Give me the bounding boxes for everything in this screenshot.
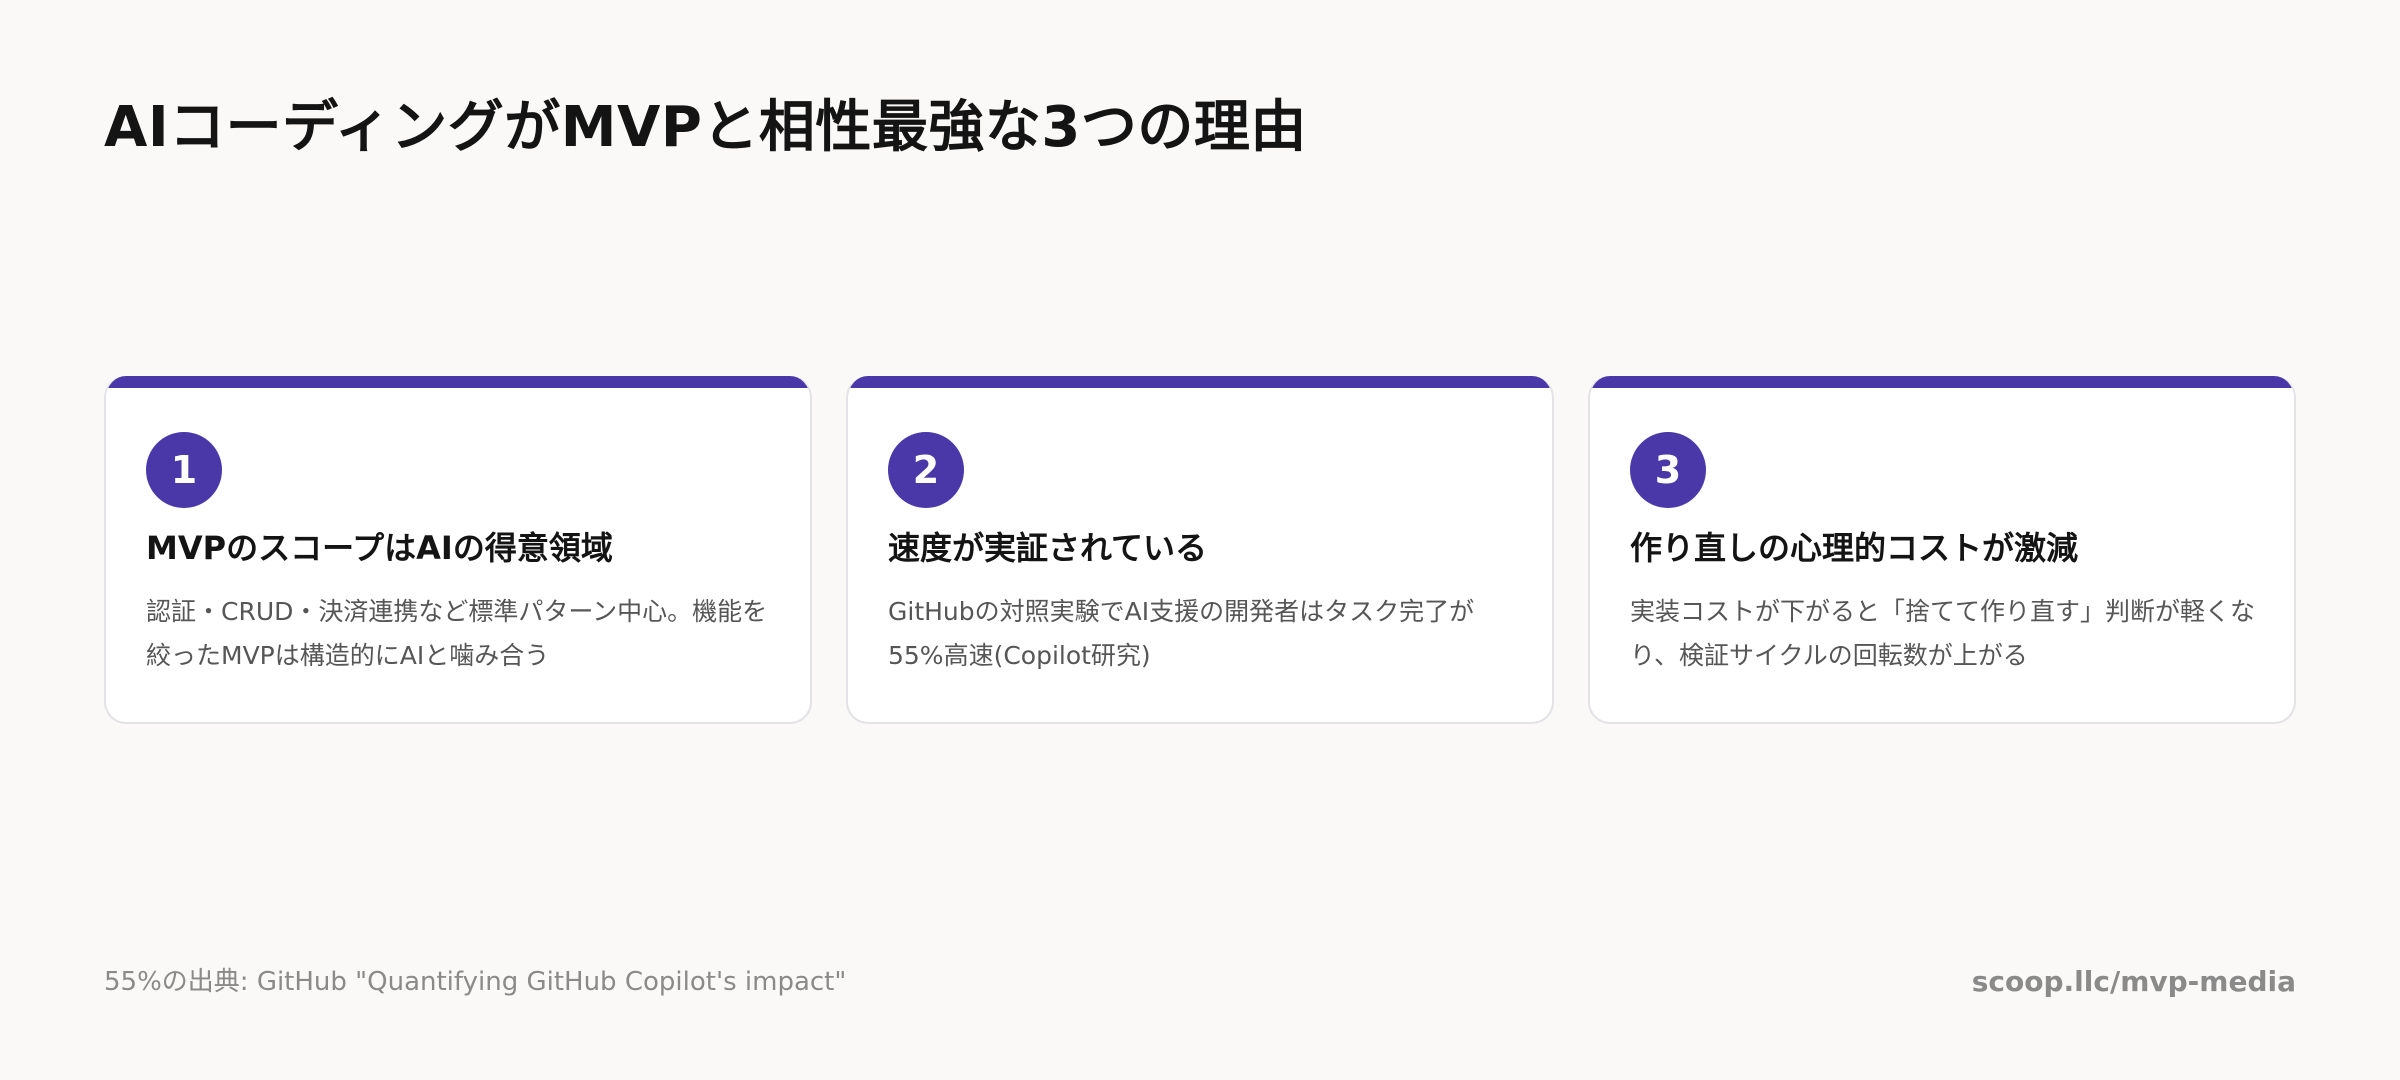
number-badge: 3 [1630, 432, 1706, 508]
card-description: 実装コストが下がると「捨てて作り直す」判断が軽くなり、検証サイクルの回転数が上が… [1630, 597, 2256, 670]
card-description: GitHubの対照実験でAI支援の開発者はタスク完了が55%高速(Copilot… [888, 597, 1475, 670]
reason-cards: 1 MVPのスコープはAIの得意領域 認証・CRUD・決済連携など標準パターン中… [104, 376, 2296, 724]
card-heading: MVPのスコープはAIの得意領域 [146, 529, 613, 567]
reason-card-2: 2 速度が実証されている GitHubの対照実験でAI支援の開発者はタスク完了が… [846, 376, 1554, 724]
reason-card-3: 3 作り直しの心理的コストが激減 実装コストが下がると「捨てて作り直す」判断が軽… [1588, 376, 2296, 724]
card-description: 認証・CRUD・決済連携など標準パターン中心。機能を絞ったMVPは構造的にAIと… [146, 597, 768, 670]
card-heading: 作り直しの心理的コストが激減 [1630, 529, 2079, 567]
card-heading: 速度が実証されている [888, 529, 1208, 567]
source-note: 55%の出典: GitHub "Quantifying GitHub Copil… [104, 967, 847, 997]
number-badge: 1 [146, 432, 222, 508]
card-accent-bar [106, 376, 810, 388]
page-title: AIコーディングがMVPと相性最強な3つの理由 [104, 95, 1307, 160]
card-accent-bar [848, 376, 1552, 388]
number-badge: 2 [888, 432, 964, 508]
site-url: scoop.llc/mvp-media [1971, 965, 2296, 998]
reason-card-1: 1 MVPのスコープはAIの得意領域 認証・CRUD・決済連携など標準パターン中… [104, 376, 812, 724]
card-accent-bar [1590, 376, 2294, 388]
